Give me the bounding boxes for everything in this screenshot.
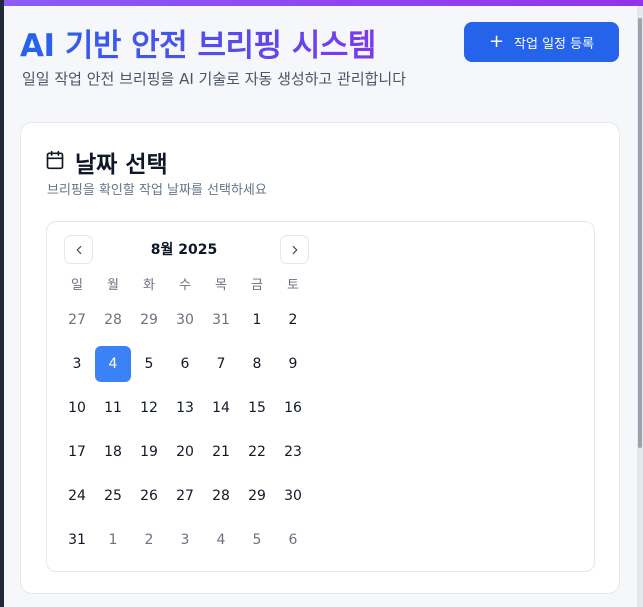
calendar-day[interactable]: 21	[203, 434, 239, 470]
calendar-day[interactable]: 26	[131, 478, 167, 514]
weekday-header: 목	[215, 278, 227, 293]
card-header: 날짜 선택	[45, 145, 168, 179]
calendar-day[interactable]: 31	[203, 302, 239, 338]
calendar-day[interactable]: 3	[59, 346, 95, 382]
calendar-icon	[45, 150, 65, 174]
calendar-day[interactable]: 22	[239, 434, 275, 470]
calendar-day[interactable]: 5	[131, 346, 167, 382]
calendar-day[interactable]: 6	[167, 346, 203, 382]
calendar-day[interactable]: 3	[167, 522, 203, 558]
weekday-header: 수	[179, 278, 191, 293]
vertical-scrollbar[interactable]	[637, 6, 643, 607]
calendar-day[interactable]: 9	[275, 346, 311, 382]
calendar-day[interactable]: 30	[167, 302, 203, 338]
weekday-header: 토	[287, 278, 299, 293]
page-subtitle: 일일 작업 안전 브리핑을 AI 기술로 자동 생성하고 관리합니다	[22, 70, 407, 88]
calendar-day[interactable]: 1	[239, 302, 275, 338]
add-work-schedule-button[interactable]: + 작업 일정 등록	[464, 22, 619, 62]
calendar-month-label: 8월 2025	[150, 242, 218, 258]
card-title: 날짜 선택	[75, 152, 168, 178]
weekday-header: 일	[71, 278, 83, 293]
calendar-day[interactable]: 2	[275, 302, 311, 338]
calendar-day[interactable]: 13	[167, 390, 203, 426]
calendar-day[interactable]: 30	[275, 478, 311, 514]
page-title: AI 기반 안전 브리핑 시스템	[20, 20, 376, 65]
calendar-day[interactable]: 4	[203, 522, 239, 558]
calendar-day[interactable]: 10	[59, 390, 95, 426]
calendar-day[interactable]: 31	[59, 522, 95, 558]
chevron-left-icon	[76, 245, 81, 254]
calendar-day[interactable]: 12	[131, 390, 167, 426]
weekday-header: 화	[143, 278, 155, 293]
calendar-day[interactable]: 16	[275, 390, 311, 426]
prev-month-button[interactable]	[64, 235, 93, 264]
calendar-day[interactable]: 15	[239, 390, 275, 426]
calendar-day[interactable]: 11	[95, 390, 131, 426]
calendar: 8월 2025 일 월 화 수 목 금 토 27 28 29 30 31 1 2 3 4 5 6 7 8 9 10 11 12…	[46, 221, 595, 572]
calendar-day[interactable]: 23	[275, 434, 311, 470]
calendar-day[interactable]: 24	[59, 478, 95, 514]
calendar-day[interactable]: 19	[131, 434, 167, 470]
calendar-day[interactable]: 5	[239, 522, 275, 558]
chevron-right-icon	[292, 245, 297, 254]
calendar-day[interactable]: 27	[167, 478, 203, 514]
date-selection-card: 날짜 선택 브리핑을 확인할 작업 날짜를 선택하세요 8월 2025 일 월 화 수…	[20, 122, 620, 594]
calendar-day[interactable]: 6	[275, 522, 311, 558]
calendar-day[interactable]: 8	[239, 346, 275, 382]
calendar-day[interactable]: 1	[95, 522, 131, 558]
calendar-day[interactable]: 29	[239, 478, 275, 514]
next-month-button[interactable]	[280, 235, 309, 264]
calendar-day[interactable]: 28	[203, 478, 239, 514]
scrollbar-thumb[interactable]	[638, 18, 642, 448]
calendar-day[interactable]: 7	[203, 346, 239, 382]
calendar-day[interactable]: 27	[59, 302, 95, 338]
card-description: 브리핑을 확인할 작업 날짜를 선택하세요	[47, 183, 267, 198]
calendar-day[interactable]: 14	[203, 390, 239, 426]
calendar-day[interactable]: 28	[95, 302, 131, 338]
calendar-day[interactable]: 17	[59, 434, 95, 470]
add-work-schedule-label: 작업 일정 등록	[514, 36, 595, 52]
calendar-day[interactable]: 25	[95, 478, 131, 514]
weekday-header: 월	[107, 278, 119, 293]
window-left-edge	[0, 0, 4, 607]
top-accent-bar	[4, 0, 643, 6]
calendar-day[interactable]: 29	[131, 302, 167, 338]
calendar-day[interactable]: 18	[95, 434, 131, 470]
weekday-header: 금	[251, 278, 263, 293]
calendar-day-selected[interactable]: 4	[95, 346, 131, 382]
plus-icon: +	[488, 31, 505, 52]
calendar-day[interactable]: 20	[167, 434, 203, 470]
calendar-day[interactable]: 2	[131, 522, 167, 558]
